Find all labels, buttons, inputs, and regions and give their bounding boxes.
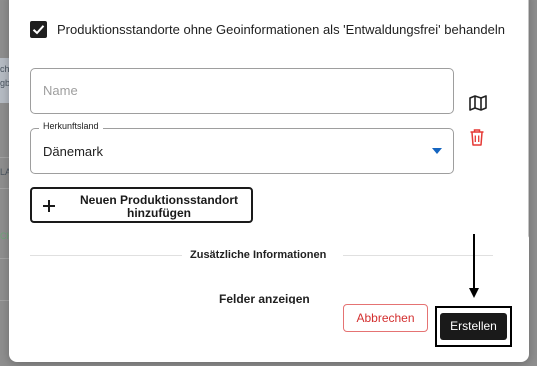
country-select[interactable]: Herkunftsland Dänemark (30, 121, 454, 174)
additional-info-title: Zusätzliche Informationen (190, 249, 327, 261)
create-button[interactable]: Erstellen (440, 313, 507, 340)
arrow-down-icon (469, 234, 479, 298)
cancel-button[interactable]: Abbrechen (343, 304, 428, 332)
caret-down-icon (432, 148, 442, 154)
check-icon (32, 25, 45, 35)
no-geo-checkbox-label: Produktionsstandorte ohne Geoinformation… (57, 22, 505, 37)
add-production-site-button[interactable]: Neuen Produktionsstandort hinzufügen (30, 187, 253, 223)
no-geo-checkbox[interactable] (30, 21, 47, 38)
name-placeholder: Name (43, 83, 78, 98)
map-icon[interactable] (469, 95, 487, 111)
section-divider-left (30, 255, 182, 256)
scrollbar[interactable] (528, 0, 529, 238)
country-value: Dänemark (43, 144, 103, 159)
trash-icon[interactable] (470, 129, 484, 146)
name-field[interactable]: Name (30, 68, 454, 114)
show-fields-toggle[interactable]: Felder anzeigen (219, 292, 310, 304)
plus-icon (43, 200, 55, 212)
add-production-site-label: Neuen Produktionsstandort hinzufügen (79, 193, 238, 220)
country-label: Herkunftsland (39, 121, 103, 131)
